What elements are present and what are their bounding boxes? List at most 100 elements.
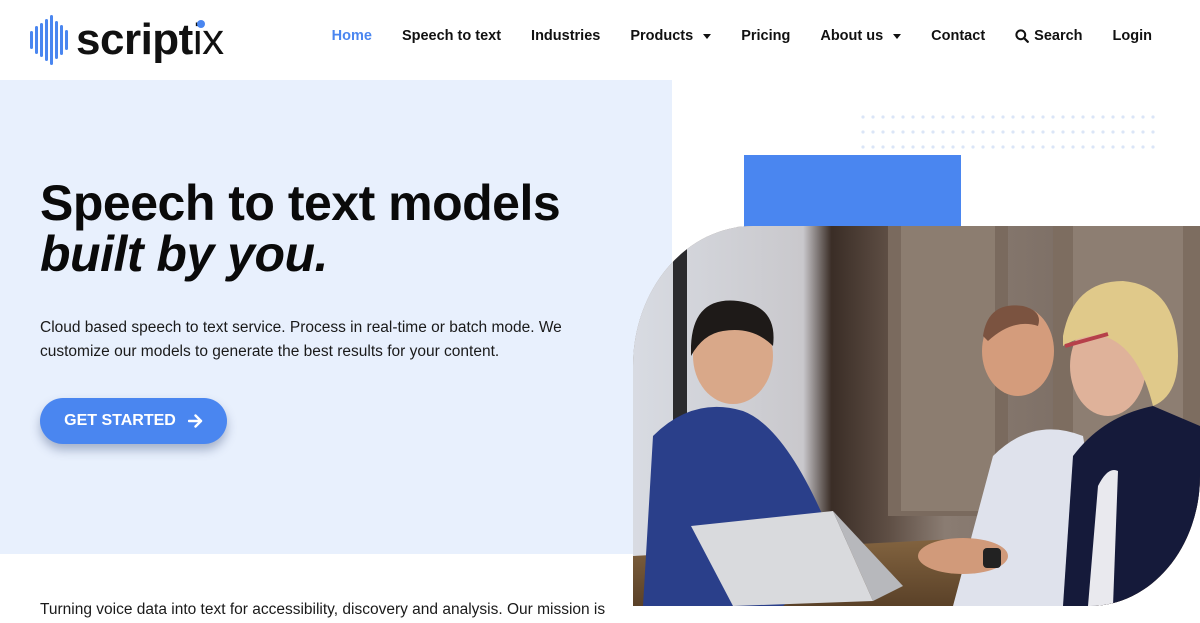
decor-dot	[1141, 145, 1145, 149]
decor-dot	[1061, 130, 1065, 134]
sound-wave-icon	[30, 15, 70, 65]
decor-dot	[961, 115, 965, 119]
search-icon	[1015, 29, 1030, 43]
nav-about-us-label: About us	[820, 28, 884, 44]
nav-pricing[interactable]: Pricing	[741, 28, 790, 44]
nav-search-label: Search	[1034, 28, 1083, 44]
decor-dot	[1081, 145, 1085, 149]
nav-speech-to-text[interactable]: Speech to text	[402, 28, 501, 44]
nav-home[interactable]: Home	[332, 28, 372, 44]
decor-dot	[1121, 145, 1125, 149]
nav-products-label: Products	[630, 28, 694, 44]
mission-text: Turning voice data into text for accessi…	[40, 601, 606, 618]
decor-dot	[1111, 130, 1115, 134]
decor-dot	[901, 115, 905, 119]
decor-dot	[1061, 115, 1065, 119]
decor-dot	[1021, 115, 1025, 119]
decor-dot	[1111, 115, 1115, 119]
decor-dot	[881, 115, 885, 119]
decor-dot	[961, 130, 965, 134]
decor-dot	[1081, 115, 1085, 119]
decor-dot	[1151, 145, 1155, 149]
hero-description: Cloud based speech to text service. Proc…	[40, 319, 562, 360]
decor-dot	[1151, 130, 1155, 134]
decor-dot	[1001, 130, 1005, 134]
decor-dot	[991, 130, 995, 134]
nav-about-us[interactable]: About us	[820, 28, 902, 44]
decor-dot	[991, 145, 995, 149]
decor-dot	[1101, 115, 1105, 119]
decor-dot	[1091, 115, 1095, 119]
decor-dot	[861, 145, 865, 149]
nav-speech-to-text-label: Speech to text	[401, 28, 502, 44]
nav-search[interactable]: Search	[1015, 28, 1083, 44]
decor-dot	[891, 115, 895, 119]
hero-title: Speech to text models built by you.	[40, 175, 561, 282]
decor-dot	[1071, 115, 1075, 119]
decor-dot	[891, 130, 895, 134]
decor-dot	[1071, 145, 1075, 149]
chevron-down-icon	[703, 33, 712, 39]
hero-title-line2: built by you.	[40, 226, 328, 282]
decor-dot	[911, 130, 915, 134]
decor-dot	[881, 130, 885, 134]
decor-dot	[1051, 115, 1055, 119]
decor-dot	[961, 145, 965, 149]
decor-dot	[941, 130, 945, 134]
decor-dot	[931, 145, 935, 149]
decor-dot	[871, 130, 875, 134]
decor-dot	[981, 145, 985, 149]
get-started-label: GET STARTED	[64, 412, 176, 429]
decor-dot	[941, 115, 945, 119]
decor-dot	[1041, 130, 1045, 134]
nav-login-label: Login	[1112, 28, 1152, 44]
decor-dot	[1081, 130, 1085, 134]
nav-login[interactable]: Login	[1113, 28, 1152, 44]
decor-dot	[921, 115, 925, 119]
logo-dot	[197, 20, 205, 28]
hero-title-line1: Speech to text models	[40, 175, 561, 231]
decor-dot	[951, 145, 955, 149]
decor-dot	[881, 145, 885, 149]
nav-pricing-label: Pricing	[741, 28, 791, 44]
decor-dot	[991, 115, 995, 119]
decor-dot	[981, 130, 985, 134]
dot-grid	[861, 115, 1155, 149]
decor-dot	[1041, 145, 1045, 149]
decor-dot	[951, 130, 955, 134]
decor-dot	[901, 130, 905, 134]
decor-dot	[1101, 130, 1105, 134]
nav-industries[interactable]: Industries	[531, 28, 600, 44]
nav-products[interactable]: Products	[630, 28, 712, 44]
logo-wordmark-bold: script	[76, 15, 193, 64]
decor-dot	[1011, 145, 1015, 149]
hero-photo-illustration	[633, 226, 1200, 606]
nav-contact[interactable]: Contact	[931, 28, 985, 44]
decor-dot	[1011, 115, 1015, 119]
decor-dot	[971, 145, 975, 149]
logo[interactable]: scriptix	[30, 14, 224, 66]
dot-pattern-decoration	[860, 114, 1160, 154]
decor-dot	[1141, 130, 1145, 134]
decor-dot	[1021, 145, 1025, 149]
nav-contact-label: Contact	[931, 28, 986, 44]
decor-dot	[1031, 145, 1035, 149]
decor-dot	[1051, 145, 1055, 149]
decor-dot	[1021, 130, 1025, 134]
decor-dot	[1041, 115, 1045, 119]
decor-dot	[1141, 115, 1145, 119]
decor-dot	[1001, 115, 1005, 119]
get-started-button[interactable]: GET STARTED	[40, 398, 227, 444]
decor-dot	[1011, 130, 1015, 134]
decor-dot	[871, 145, 875, 149]
decor-dot	[921, 130, 925, 134]
nav-home-label: Home	[331, 28, 372, 44]
decor-dot	[1131, 145, 1135, 149]
decor-dot	[1031, 115, 1035, 119]
decor-dot	[931, 115, 935, 119]
arrow-right-icon	[187, 414, 203, 428]
decor-dot	[951, 115, 955, 119]
decor-dot	[1071, 130, 1075, 134]
decor-dot	[1091, 145, 1095, 149]
decor-dot	[911, 115, 915, 119]
